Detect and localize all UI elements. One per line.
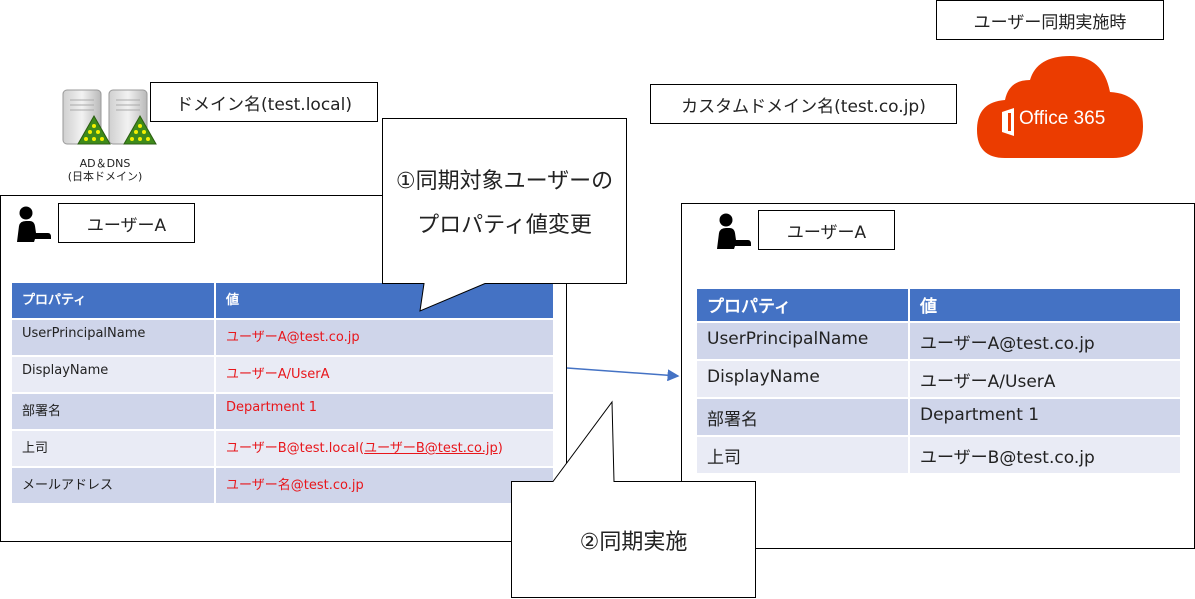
callout-step2: ②同期実施 — [579, 530, 688, 555]
callout-step2-shape — [511, 400, 756, 598]
